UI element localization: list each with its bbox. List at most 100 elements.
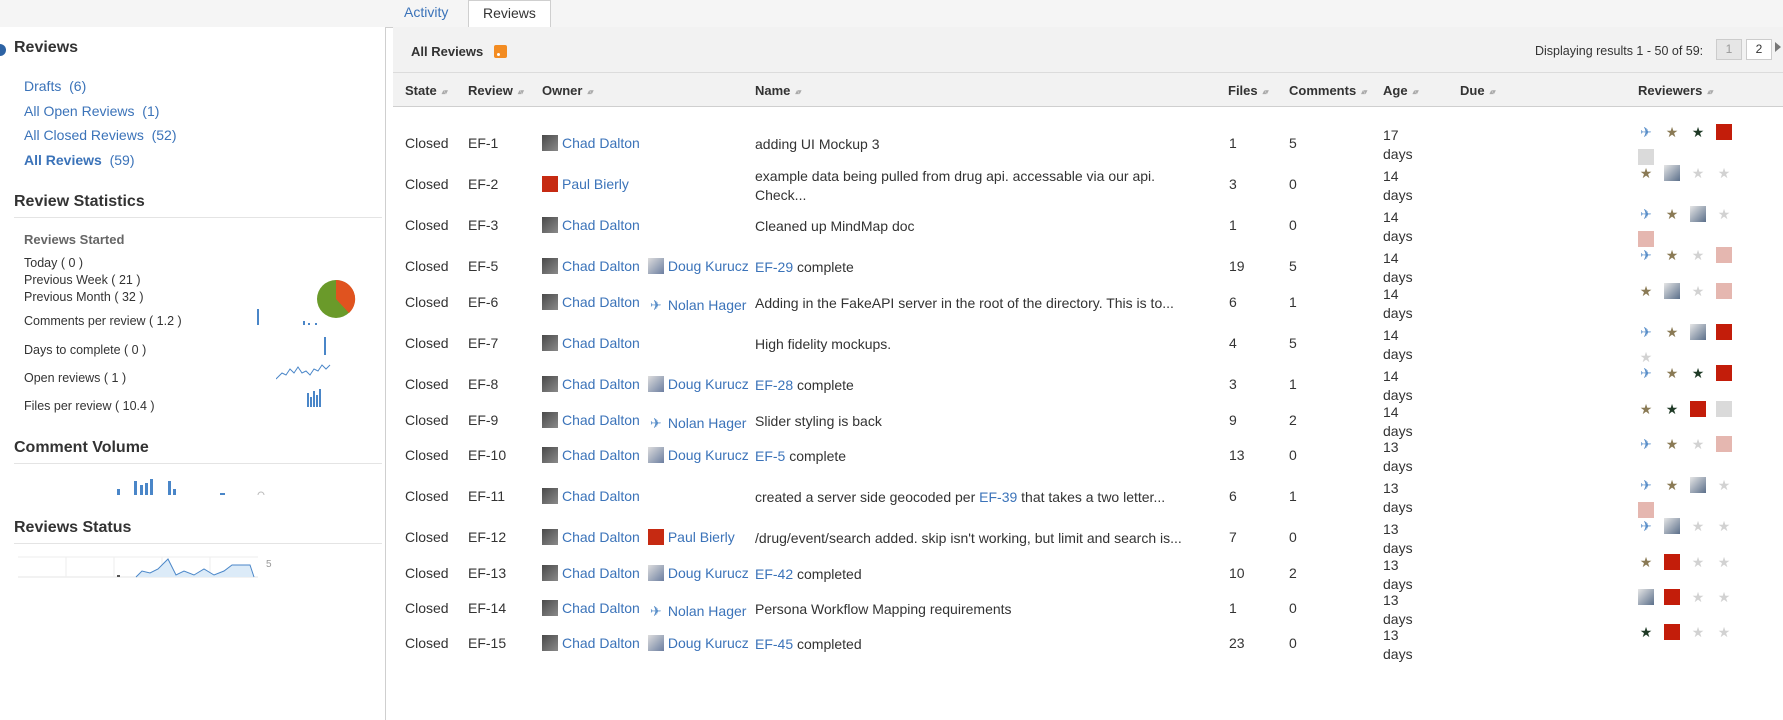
owner-chip[interactable]: Chad Dalton	[542, 294, 640, 310]
reviewer-avatar-icon[interactable]: ★	[1716, 165, 1732, 181]
column-header-reviewers[interactable]: Reviewers	[1638, 83, 1712, 98]
reviewer-avatar-icon[interactable]: ✈	[1638, 124, 1654, 140]
owner-name-link[interactable]: Chad Dalton	[562, 447, 640, 463]
reviewer-avatar-icon[interactable]	[1638, 589, 1654, 605]
filter-all-open-reviews[interactable]: All Open Reviews (1)	[24, 103, 159, 119]
review-id-link[interactable]: EF-5	[468, 258, 498, 274]
reviewer-avatar-icon[interactable]: ✈	[1638, 206, 1654, 222]
owner-chip[interactable]: Chad Dalton	[542, 217, 640, 233]
reviewer-avatar-icon[interactable]: ★	[1690, 554, 1706, 570]
reviewer-avatar-icon[interactable]	[1638, 502, 1654, 518]
review-id-link[interactable]: EF-9	[468, 412, 498, 428]
owner-name-link[interactable]: Chad Dalton	[562, 258, 640, 274]
reviewer-avatar-icon[interactable]	[1716, 324, 1732, 340]
review-id-link[interactable]: EF-15	[468, 635, 506, 651]
owner-chip[interactable]: Paul Bierly	[647, 529, 735, 545]
reviewer-avatar-icon[interactable]	[1716, 247, 1732, 263]
owner-chip[interactable]: Doug Kurucz	[647, 635, 749, 651]
reviewer-avatar-icon[interactable]: ★	[1716, 624, 1732, 640]
reviewer-avatar-icon[interactable]: ✈	[1638, 365, 1654, 381]
owner-chip[interactable]: Doug Kurucz	[647, 447, 749, 463]
linked-issue[interactable]: EF-45	[755, 636, 793, 652]
rss-feed-icon[interactable]	[494, 45, 507, 58]
linked-issue[interactable]: EF-5	[755, 448, 785, 464]
owner-name-link[interactable]: Paul Bierly	[668, 529, 735, 545]
owner-name-link[interactable]: Chad Dalton	[562, 565, 640, 581]
owner-chip[interactable]: Chad Dalton	[542, 565, 640, 581]
reviewer-avatar-icon[interactable]: ★	[1690, 624, 1706, 640]
reviewer-avatar-icon[interactable]: ★	[1690, 165, 1706, 181]
linked-issue[interactable]: EF-42	[755, 566, 793, 582]
owner-name-link[interactable]: Chad Dalton	[562, 600, 640, 616]
owner-chip[interactable]: ✈ Nolan Hager	[647, 297, 746, 313]
reviewer-avatar-icon[interactable]: ★	[1638, 624, 1654, 640]
reviewer-avatar-icon[interactable]: ★	[1638, 554, 1654, 570]
filter-all-closed-reviews[interactable]: All Closed Reviews (52)	[24, 127, 177, 143]
reviewer-avatar-icon[interactable]: ★	[1664, 324, 1680, 340]
owner-chip[interactable]: Chad Dalton	[542, 258, 640, 274]
column-header-comments[interactable]: Comments	[1289, 83, 1366, 98]
reviewer-avatar-icon[interactable]: ★	[1638, 283, 1654, 299]
linked-issue[interactable]: EF-29	[755, 259, 793, 275]
review-id-link[interactable]: EF-6	[468, 294, 498, 310]
review-id-link[interactable]: EF-2	[468, 176, 498, 192]
reviewer-avatar-icon[interactable]	[1664, 165, 1680, 181]
reviewer-avatar-icon[interactable]: ✈	[1638, 436, 1654, 452]
filter-label[interactable]: All Open Reviews	[24, 103, 135, 119]
reviewer-avatar-icon[interactable]	[1664, 624, 1680, 640]
owner-chip[interactable]: Doug Kurucz	[647, 565, 749, 581]
owner-chip[interactable]: Chad Dalton	[542, 635, 640, 651]
reviewer-avatar-icon[interactable]: ✈	[1638, 324, 1654, 340]
owner-name-link[interactable]: Chad Dalton	[562, 412, 640, 428]
owner-name-link[interactable]: Chad Dalton	[562, 376, 640, 392]
reviewer-avatar-icon[interactable]	[1690, 206, 1706, 222]
reviewer-avatar-icon[interactable]: ★	[1716, 518, 1732, 534]
owner-name-link[interactable]: Chad Dalton	[562, 335, 640, 351]
reviewer-avatar-icon[interactable]: ★	[1690, 436, 1706, 452]
reviewer-avatar-icon[interactable]: ✈	[1638, 518, 1654, 534]
reviewer-avatar-icon[interactable]	[1690, 401, 1706, 417]
reviewer-avatar-icon[interactable]	[1664, 554, 1680, 570]
owner-chip[interactable]: Paul Bierly	[542, 176, 629, 192]
reviewer-avatar-icon[interactable]	[1638, 149, 1654, 165]
review-id-link[interactable]: EF-14	[468, 600, 506, 616]
owner-name-link[interactable]: Doug Kurucz	[668, 447, 749, 463]
review-id-link[interactable]: EF-12	[468, 529, 506, 545]
owner-chip[interactable]: Doug Kurucz	[647, 376, 749, 392]
reviewer-avatar-icon[interactable]: ✈	[1638, 247, 1654, 263]
column-header-review[interactable]: Review	[468, 83, 523, 98]
reviewer-avatar-icon[interactable]: ★	[1664, 365, 1680, 381]
page-1-button[interactable]: 1	[1716, 39, 1742, 60]
reviewer-avatar-icon[interactable]	[1716, 283, 1732, 299]
next-page-icon[interactable]	[1775, 42, 1781, 52]
linked-issue[interactable]: EF-28	[755, 377, 793, 393]
reviewer-avatar-icon[interactable]: ★	[1664, 436, 1680, 452]
review-id-link[interactable]: EF-1	[468, 135, 498, 151]
reviewer-avatar-icon[interactable]: ★	[1664, 477, 1680, 493]
reviewer-avatar-icon[interactable]: ★	[1638, 349, 1654, 365]
reviewer-avatar-icon[interactable]	[1716, 124, 1732, 140]
owner-name-link[interactable]: Chad Dalton	[562, 529, 640, 545]
column-header-state[interactable]: State	[405, 83, 447, 98]
review-id-link[interactable]: EF-7	[468, 335, 498, 351]
page-2-button[interactable]: 2	[1746, 39, 1772, 60]
reviewer-avatar-icon[interactable]	[1638, 231, 1654, 247]
owner-name-link[interactable]: Chad Dalton	[562, 488, 640, 504]
column-header-age[interactable]: Age	[1383, 83, 1418, 98]
owner-chip[interactable]: Chad Dalton	[542, 335, 640, 351]
filter-drafts[interactable]: Drafts (6)	[24, 78, 86, 94]
reviewer-avatar-icon[interactable]	[1716, 436, 1732, 452]
reviewer-avatar-icon[interactable]: ★	[1690, 283, 1706, 299]
owner-name-link[interactable]: Chad Dalton	[562, 217, 640, 233]
owner-name-link[interactable]: Chad Dalton	[562, 635, 640, 651]
reviewer-avatar-icon[interactable]: ★	[1690, 518, 1706, 534]
filter-label[interactable]: All Reviews	[24, 152, 102, 168]
reviewer-avatar-icon[interactable]: ★	[1690, 247, 1706, 263]
owner-name-link[interactable]: Nolan Hager	[668, 603, 747, 619]
reviewer-avatar-icon[interactable]	[1664, 518, 1680, 534]
reviewer-avatar-icon[interactable]: ★	[1716, 589, 1732, 605]
reviewer-avatar-icon[interactable]: ★	[1716, 554, 1732, 570]
owner-chip[interactable]: Chad Dalton	[542, 376, 640, 392]
reviewer-avatar-icon[interactable]: ★	[1664, 401, 1680, 417]
owner-name-link[interactable]: Doug Kurucz	[668, 258, 749, 274]
